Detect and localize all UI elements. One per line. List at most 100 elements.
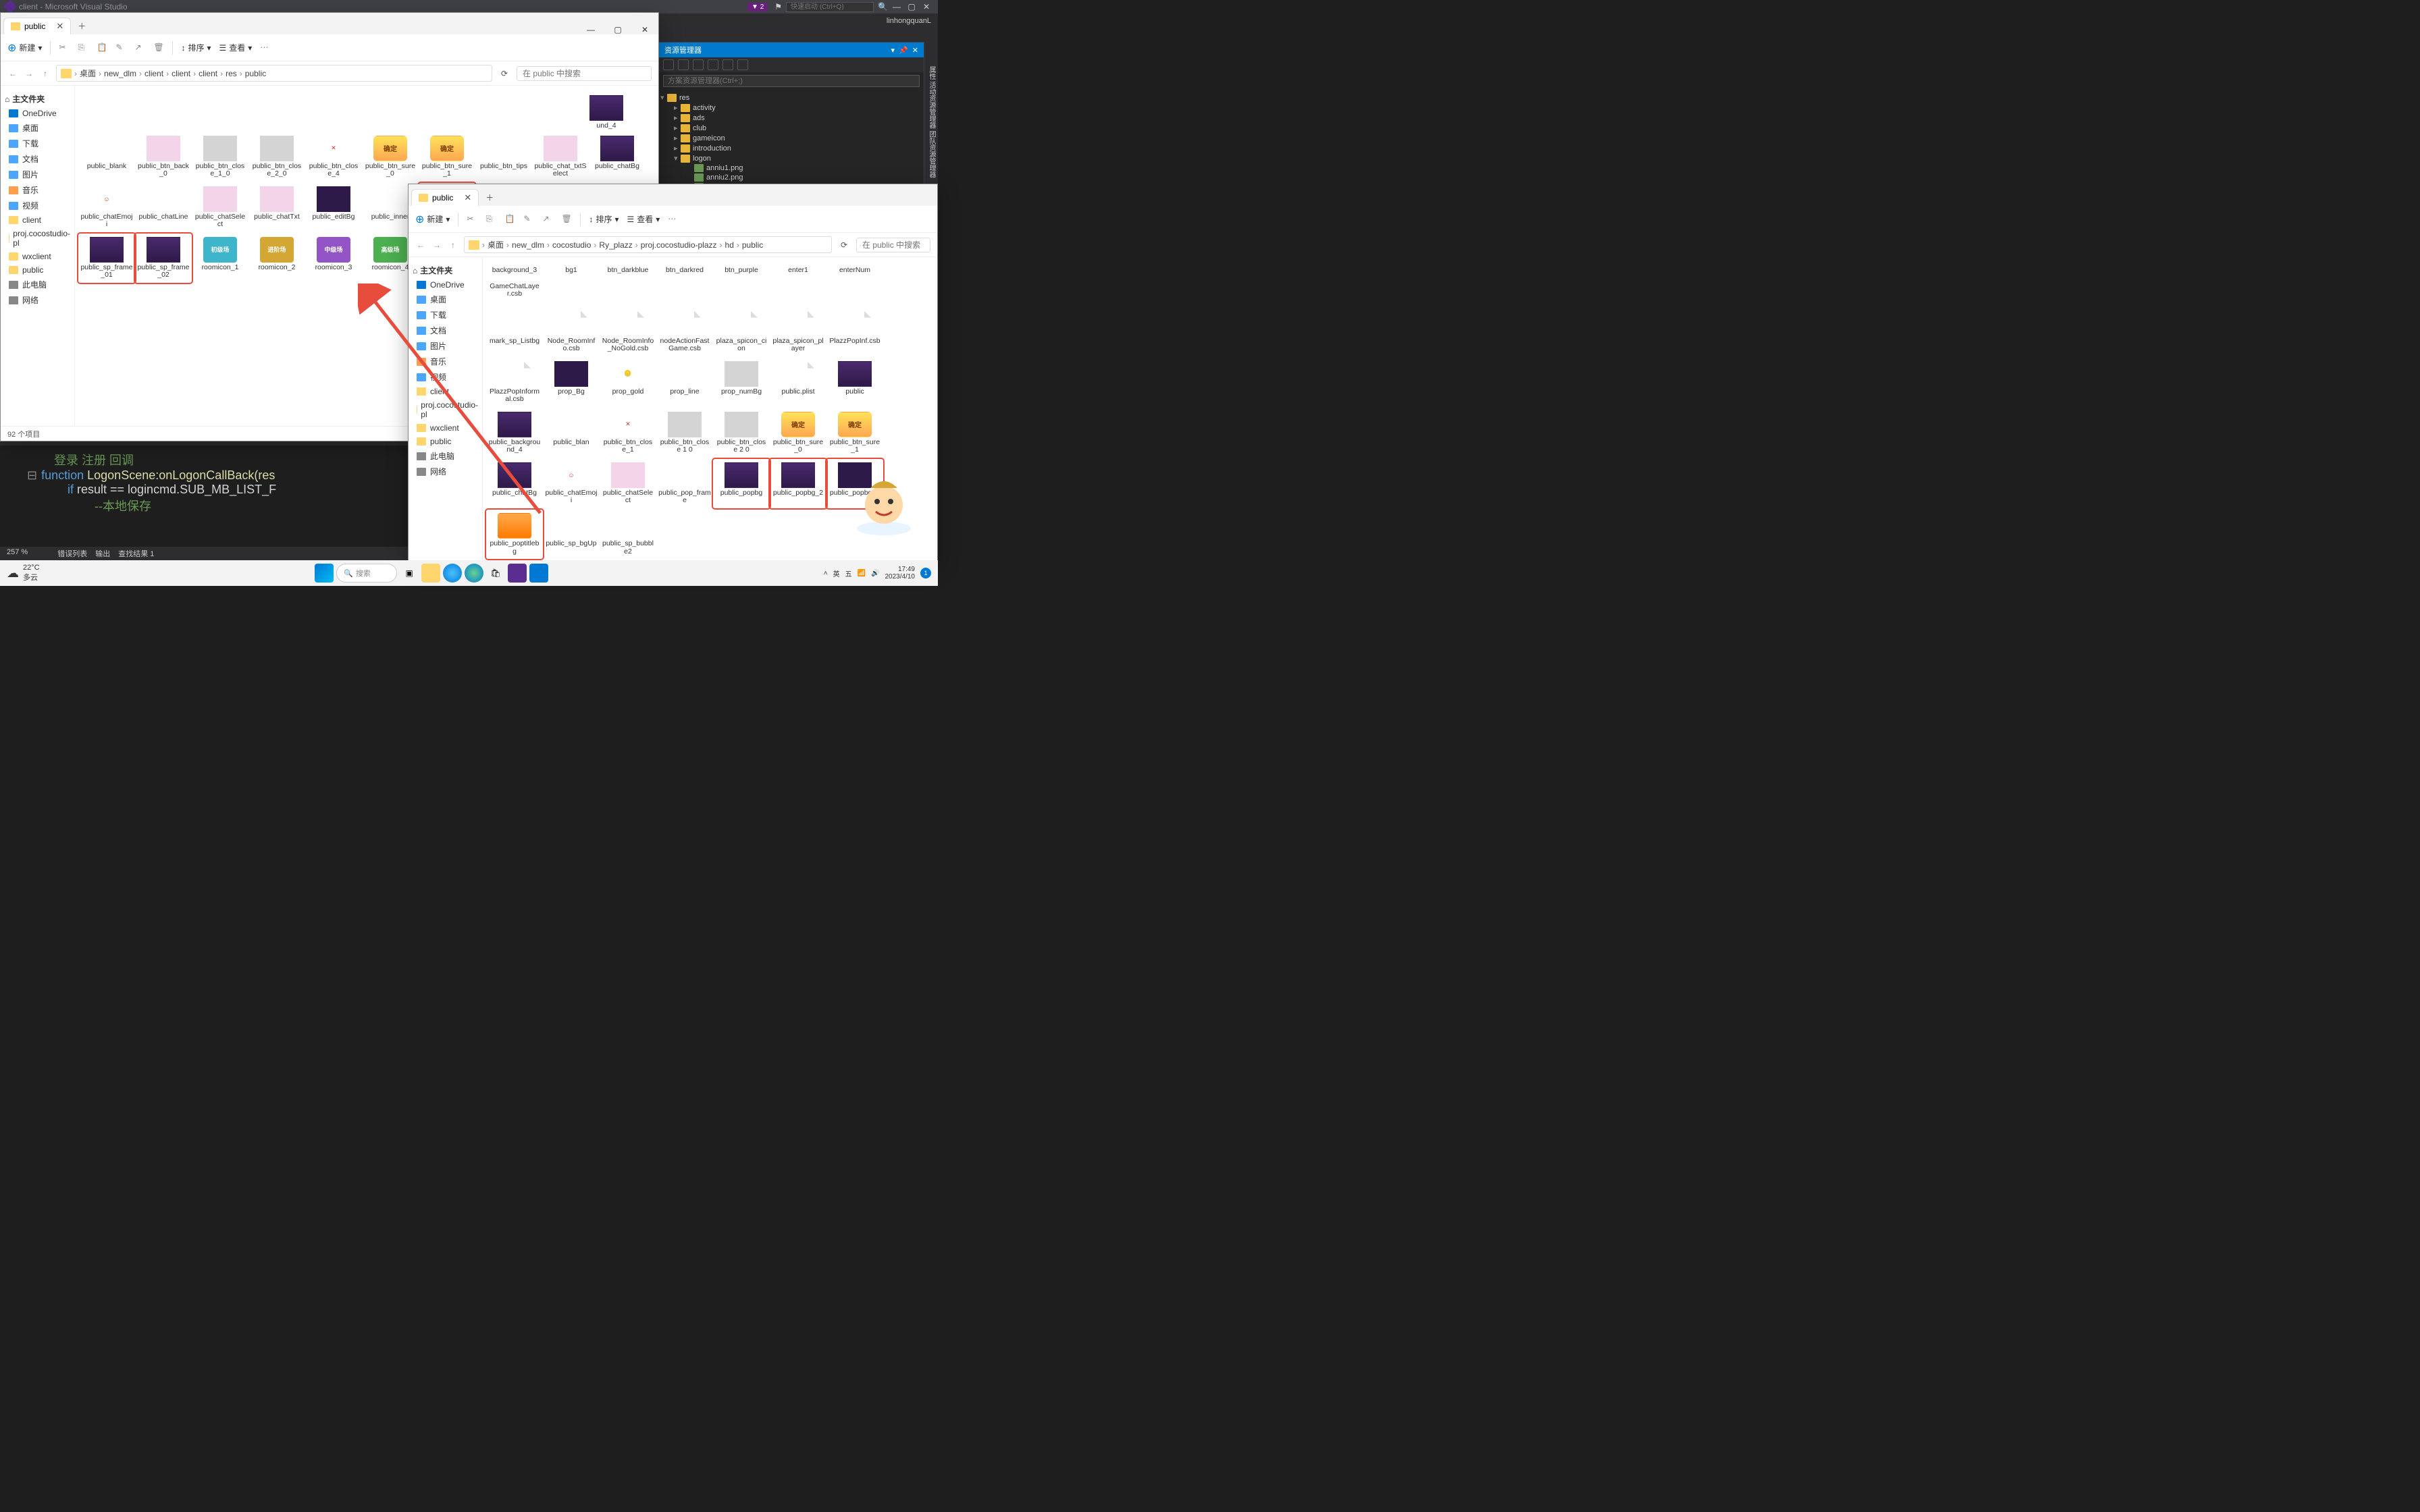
- file-item[interactable]: public_btn_back_0: [136, 133, 191, 181]
- file-item[interactable]: btn_darkred: [657, 264, 712, 277]
- showall-icon[interactable]: [737, 59, 748, 70]
- sidebar-item[interactable]: proj.cocostudio-pl: [3, 227, 72, 250]
- sidebar-item[interactable]: 音乐: [3, 182, 72, 198]
- tree-folder[interactable]: ▸club: [660, 123, 922, 133]
- vs-flag-icon[interactable]: ⚑: [774, 2, 782, 11]
- sidebar-item[interactable]: 下载: [3, 136, 72, 151]
- tree-file[interactable]: anniu1.png: [660, 163, 922, 173]
- system-tray[interactable]: ˄ 英 五 📶 🔊 17:49 2023/4/10 1: [824, 566, 931, 580]
- file-item[interactable]: PlazzPopInformal.csb: [487, 358, 542, 406]
- explorer-taskbar-icon[interactable]: [421, 564, 440, 583]
- file-item[interactable]: prop_line: [657, 358, 712, 406]
- sidebar-item[interactable]: 图片: [411, 338, 479, 354]
- tab-output[interactable]: 输出: [95, 548, 110, 559]
- file-item[interactable]: public_poptitlebg: [487, 510, 542, 558]
- edge-icon[interactable]: [443, 564, 462, 583]
- nav-back-icon[interactable]: ←: [415, 240, 426, 250]
- file-item[interactable]: 进阶场roomicon_2: [249, 234, 305, 282]
- volume-icon[interactable]: 🔊: [871, 570, 879, 577]
- breadcrumb-segment[interactable]: client: [172, 69, 190, 78]
- rename-icon[interactable]: ✎: [523, 214, 534, 225]
- breadcrumb-segment[interactable]: 桌面: [80, 68, 96, 79]
- sidebar-item[interactable]: OneDrive: [3, 107, 72, 120]
- new-button[interactable]: ⊕新建▾: [7, 41, 42, 55]
- tree-folder[interactable]: ▸gameicon: [660, 133, 922, 143]
- store-icon[interactable]: 🛍: [486, 564, 505, 583]
- copy-icon[interactable]: ⎘: [485, 214, 496, 225]
- explorer2-tab[interactable]: public ✕: [411, 189, 479, 206]
- file-item[interactable]: und_4: [579, 92, 634, 133]
- refresh-icon[interactable]: ⟳: [498, 69, 511, 78]
- breadcrumb-segment[interactable]: new_dlm: [104, 69, 136, 78]
- file-item[interactable]: public_sp_frame_02: [136, 234, 191, 282]
- panel-dropdown-icon[interactable]: ▾: [891, 46, 895, 55]
- file-item[interactable]: 初级场roomicon_1: [192, 234, 248, 282]
- new-tab-button[interactable]: ＋: [479, 189, 500, 206]
- more-icon[interactable]: ⋯: [260, 43, 271, 53]
- sort-button[interactable]: ↕ 排序 ▾: [181, 42, 211, 53]
- app-taskbar-icon[interactable]: [529, 564, 548, 583]
- file-item[interactable]: public_chat_txtSelect: [533, 133, 588, 181]
- file-item[interactable]: GameChatLayer.csb: [487, 280, 542, 301]
- vs-user-badge[interactable]: L: [927, 17, 931, 25]
- vs-notification-badge[interactable]: ▼ 2: [747, 3, 768, 11]
- sidebar-item[interactable]: 此电脑: [3, 277, 72, 292]
- file-item[interactable]: prop_Bg: [544, 358, 599, 406]
- taskbar-weather[interactable]: ☁ 22°C多云: [7, 564, 40, 583]
- cut-icon[interactable]: ✂: [59, 43, 70, 53]
- win-maximize-button[interactable]: ▢: [604, 25, 631, 34]
- file-item[interactable]: Node_RoomInfo.csb: [544, 308, 599, 356]
- breadcrumb-segment[interactable]: public: [245, 69, 266, 78]
- file-item[interactable]: public: [827, 358, 883, 406]
- file-item[interactable]: public_sp_bgUp: [544, 510, 599, 558]
- nav-back-icon[interactable]: ←: [7, 69, 18, 78]
- sidebar-item[interactable]: 桌面: [411, 292, 479, 307]
- panel-close-icon[interactable]: ✕: [912, 46, 918, 55]
- ime-indicator[interactable]: 英: [833, 568, 840, 578]
- paste-icon[interactable]: 📋: [97, 43, 107, 53]
- file-item[interactable]: plaza_spicon_cion: [714, 308, 769, 356]
- sidebar-item[interactable]: 视频: [3, 198, 72, 213]
- breadcrumb-segment[interactable]: Ry_plazz: [599, 240, 632, 250]
- tree-folder[interactable]: ▸activity: [660, 103, 922, 113]
- breadcrumb-segment[interactable]: new_dlm: [512, 240, 544, 250]
- breadcrumb[interactable]: ›桌面›new_dlm›cocostudio›Ry_plazz›proj.coc…: [464, 236, 832, 253]
- sidebar-item[interactable]: 此电脑: [411, 448, 479, 464]
- file-item[interactable]: background_3: [487, 264, 542, 277]
- tab-close-icon[interactable]: ✕: [464, 192, 471, 203]
- explorer1-tab[interactable]: public ✕: [3, 18, 71, 34]
- explorer1-titlebar[interactable]: public ✕ ＋ — ▢ ✕: [1, 13, 658, 34]
- search-icon[interactable]: 🔍: [878, 2, 888, 11]
- explorer2-titlebar[interactable]: public ✕ ＋: [409, 184, 937, 206]
- file-item[interactable]: public_chatBg: [589, 133, 645, 181]
- more-icon[interactable]: ⋯: [668, 214, 679, 225]
- file-item[interactable]: ☺public_chatEmoji: [79, 184, 134, 232]
- file-item[interactable]: prop_numBg: [714, 358, 769, 406]
- file-item[interactable]: btn_purple: [714, 264, 769, 277]
- file-item[interactable]: public_chatBg: [487, 460, 542, 508]
- vs-close-button[interactable]: ✕: [920, 2, 932, 11]
- vs-username[interactable]: linhongquan: [887, 17, 927, 25]
- paste-icon[interactable]: 📋: [504, 214, 515, 225]
- file-item[interactable]: public_sp_bubble2: [600, 510, 656, 558]
- file-item[interactable]: public_sp_frame_01: [79, 234, 134, 282]
- file-item[interactable]: btn_darkblue: [600, 264, 656, 277]
- properties-icon[interactable]: [722, 59, 733, 70]
- breadcrumb-segment[interactable]: hd: [725, 240, 734, 250]
- edge2-icon[interactable]: [465, 564, 483, 583]
- new-tab-button[interactable]: ＋: [71, 18, 93, 34]
- task-view-icon[interactable]: ▣: [400, 564, 419, 583]
- ime-mode[interactable]: 五: [845, 568, 852, 578]
- file-item[interactable]: public.plist: [770, 358, 826, 406]
- explorer1-search-input[interactable]: [517, 66, 652, 81]
- file-item[interactable]: enterNum: [827, 264, 883, 277]
- home-icon[interactable]: [663, 59, 674, 70]
- sidebar-item[interactable]: 下载: [411, 307, 479, 323]
- collapse-icon[interactable]: [708, 59, 718, 70]
- file-item[interactable]: ✕public_btn_close_1: [600, 409, 656, 457]
- cut-icon[interactable]: ✂: [467, 214, 477, 225]
- delete-icon[interactable]: 🗑: [153, 43, 164, 53]
- sidebar-item[interactable]: wxclient: [411, 421, 479, 435]
- file-item[interactable]: public_blank: [79, 133, 134, 181]
- share-icon[interactable]: ↗: [134, 43, 145, 53]
